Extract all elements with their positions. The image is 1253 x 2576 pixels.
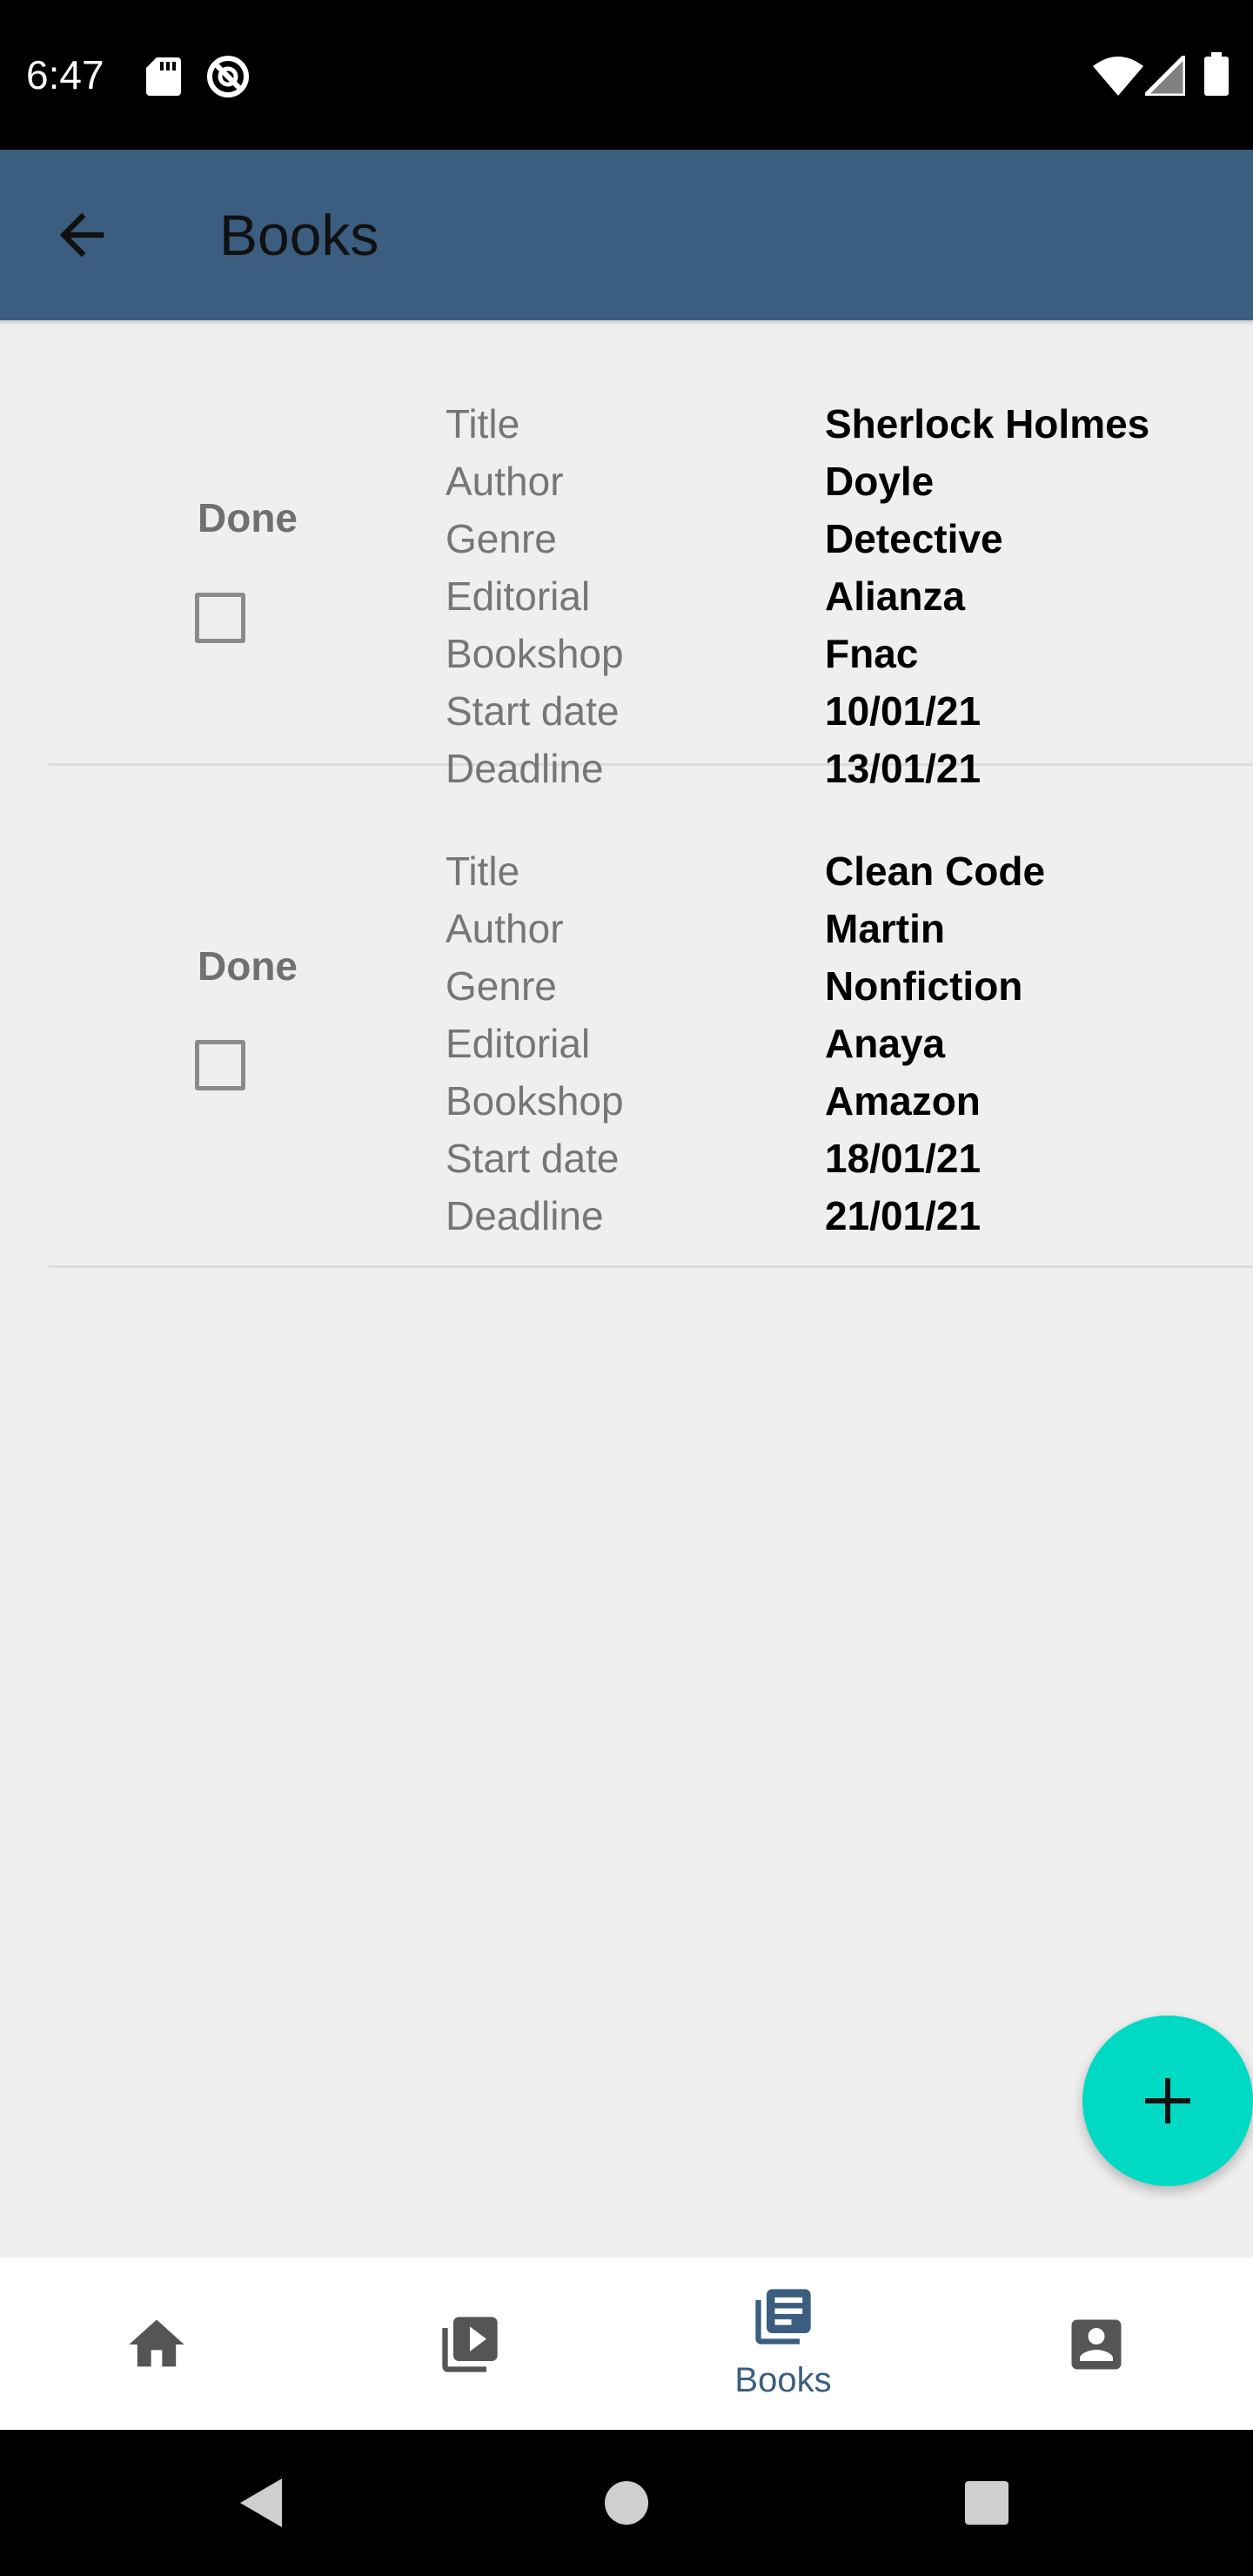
field-value: Fnac bbox=[825, 631, 919, 676]
field-value: Nonfiction bbox=[825, 963, 1023, 1009]
field-label: Genre bbox=[446, 516, 557, 561]
field-label: Author bbox=[446, 459, 564, 504]
arrow-back-icon[interactable] bbox=[49, 202, 115, 268]
field-label: Start date bbox=[446, 1136, 620, 1181]
field-value: Clean Code bbox=[825, 849, 1046, 894]
field-row-author: Author Martin bbox=[49, 900, 1253, 957]
field-row-genre: Genre Detective bbox=[49, 510, 1253, 567]
sd-card-icon bbox=[146, 57, 181, 96]
nav-item-videos[interactable] bbox=[313, 2257, 626, 2430]
field-label: Start date bbox=[446, 688, 620, 734]
home-circle-icon[interactable] bbox=[604, 2480, 649, 2526]
contact-card-icon bbox=[1071, 2319, 1122, 2370]
field-label: Editorial bbox=[446, 1021, 591, 1066]
add-book-button[interactable] bbox=[1082, 2016, 1253, 2186]
home-icon bbox=[129, 2319, 184, 2367]
field-label: Deadline bbox=[446, 1193, 604, 1238]
field-value: Detective bbox=[825, 516, 1003, 561]
field-row-start-date: Start date 18/01/21 bbox=[49, 1130, 1253, 1187]
books-icon bbox=[755, 2289, 811, 2345]
back-triangle-icon[interactable] bbox=[237, 2477, 285, 2529]
field-value: 13/01/21 bbox=[825, 746, 982, 791]
field-row-title: Title Sherlock Holmes bbox=[49, 395, 1253, 453]
field-value: Alianza bbox=[825, 574, 966, 619]
battery-icon bbox=[1204, 52, 1229, 96]
app-bar: Books bbox=[0, 150, 1253, 325]
status-bar: 6:47 bbox=[0, 0, 1253, 150]
field-row-author: Author Doyle bbox=[49, 453, 1253, 510]
field-label: Title bbox=[446, 401, 520, 446]
bottom-navigation: Books bbox=[0, 2257, 1253, 2430]
field-value: Sherlock Holmes bbox=[825, 401, 1150, 446]
field-row-genre: Genre Nonfiction bbox=[49, 957, 1253, 1015]
field-row-start-date: Start date 10/01/21 bbox=[49, 682, 1253, 740]
field-row-deadline: Deadline 21/01/21 bbox=[49, 1187, 1253, 1244]
page-title: Books bbox=[219, 203, 379, 267]
field-label: Bookshop bbox=[446, 631, 624, 676]
field-label: Title bbox=[446, 849, 520, 894]
field-row-editorial: Editorial Anaya bbox=[49, 1015, 1253, 1072]
cell-signal-icon bbox=[1145, 56, 1185, 96]
nav-item-home[interactable] bbox=[0, 2257, 313, 2430]
recents-square-icon[interactable] bbox=[964, 2480, 1009, 2526]
field-value: Amazon bbox=[825, 1078, 981, 1124]
field-value: 10/01/21 bbox=[825, 688, 982, 734]
book-list-item[interactable]: Done Title Sherlock Holmes Author Doyle … bbox=[49, 320, 1253, 791]
field-row-deadline: Deadline 13/01/21 bbox=[49, 740, 1253, 797]
field-row-title: Title Clean Code bbox=[49, 842, 1253, 900]
field-value: Martin bbox=[825, 906, 945, 951]
field-row-bookshop: Bookshop Fnac bbox=[49, 625, 1253, 682]
video-library-icon bbox=[442, 2317, 498, 2372]
field-label: Editorial bbox=[446, 574, 591, 619]
field-row-bookshop: Bookshop Amazon bbox=[49, 1072, 1253, 1130]
field-label: Bookshop bbox=[446, 1078, 624, 1124]
nav-item-profile[interactable] bbox=[940, 2257, 1253, 2430]
plus-icon bbox=[1145, 2078, 1190, 2123]
field-label: Deadline bbox=[446, 746, 604, 791]
status-time: 6:47 bbox=[26, 52, 104, 97]
wifi-icon bbox=[1093, 57, 1143, 96]
field-label: Genre bbox=[446, 963, 557, 1009]
book-list-item[interactable]: Done Title Clean Code Author Martin Genr… bbox=[49, 819, 1253, 1268]
field-value: 21/01/21 bbox=[825, 1193, 982, 1238]
system-navigation-bar bbox=[0, 2430, 1253, 2576]
do-not-disturb-icon bbox=[207, 56, 249, 97]
field-label: Author bbox=[446, 906, 564, 951]
field-value: 18/01/21 bbox=[825, 1136, 982, 1181]
field-value: Doyle bbox=[825, 459, 935, 504]
nav-item-books[interactable]: Books bbox=[626, 2257, 940, 2430]
nav-label-books: Books bbox=[734, 2361, 832, 2399]
field-value: Anaya bbox=[825, 1021, 946, 1066]
field-row-editorial: Editorial Alianza bbox=[49, 567, 1253, 625]
